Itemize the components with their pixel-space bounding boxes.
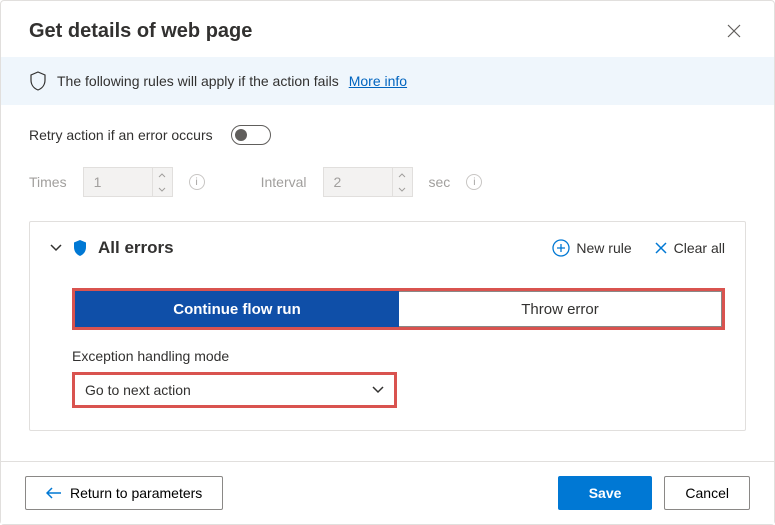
dialog-title: Get details of web page (29, 20, 252, 43)
errors-title-group[interactable]: All errors (50, 238, 174, 258)
interval-label: Interval (261, 174, 307, 190)
chevron-up-icon[interactable] (393, 168, 412, 182)
interval-unit: sec (429, 174, 451, 190)
times-value: 1 (84, 174, 152, 190)
new-rule-button[interactable]: New rule (552, 239, 631, 257)
dialog-body: Retry action if an error occurs Times 1 … (1, 105, 774, 461)
toggle-knob (235, 129, 247, 141)
retry-label: Retry action if an error occurs (29, 127, 213, 143)
info-icon: i (189, 174, 205, 190)
clear-all-button[interactable]: Clear all (654, 240, 725, 256)
shield-icon (29, 71, 47, 91)
plus-icon (552, 239, 570, 257)
retry-toggle[interactable] (231, 125, 271, 145)
arrow-left-icon (46, 487, 62, 499)
interval-value: 2 (324, 174, 392, 190)
exception-mode-dropdown[interactable]: Go to next action (72, 372, 397, 408)
flow-mode-segmented: Continue flow run Throw error (72, 288, 725, 330)
exception-mode-value: Go to next action (85, 382, 191, 398)
chevron-down-icon[interactable] (393, 182, 412, 196)
continue-flow-button[interactable]: Continue flow run (75, 291, 399, 327)
footer-right: Save Cancel (558, 476, 750, 510)
interval-input[interactable]: 2 (323, 167, 413, 197)
new-rule-label: New rule (576, 240, 631, 256)
errors-panel: All errors New rule Clear all (29, 221, 746, 431)
dialog: Get details of web page The following ru… (0, 0, 775, 525)
save-button[interactable]: Save (558, 476, 653, 510)
retry-row: Retry action if an error occurs (29, 125, 746, 145)
cancel-button[interactable]: Cancel (664, 476, 750, 510)
chevron-up-icon[interactable] (153, 168, 172, 182)
errors-header: All errors New rule Clear all (50, 238, 725, 258)
clear-all-label: Clear all (674, 240, 725, 256)
chevron-down-icon (50, 244, 62, 252)
exception-mode-label: Exception handling mode (72, 348, 725, 364)
errors-actions: New rule Clear all (552, 239, 725, 257)
chevron-down-icon[interactable] (153, 182, 172, 196)
more-info-link[interactable]: More info (349, 73, 407, 89)
dialog-header: Get details of web page (1, 1, 774, 57)
chevron-down-icon (372, 386, 384, 394)
times-label: Times (29, 174, 67, 190)
errors-title: All errors (98, 238, 174, 258)
close-icon (654, 241, 668, 255)
shield-icon (72, 239, 88, 257)
info-icon: i (466, 174, 482, 190)
times-input[interactable]: 1 (83, 167, 173, 197)
info-text: The following rules will apply if the ac… (57, 73, 339, 89)
dialog-footer: Return to parameters Save Cancel (1, 461, 774, 524)
info-bar: The following rules will apply if the ac… (1, 57, 774, 105)
retry-fields: Times 1 i Interval 2 sec i (29, 167, 746, 197)
return-label: Return to parameters (70, 485, 202, 501)
throw-error-button[interactable]: Throw error (399, 291, 722, 327)
close-icon[interactable] (722, 19, 746, 43)
return-button[interactable]: Return to parameters (25, 476, 223, 510)
